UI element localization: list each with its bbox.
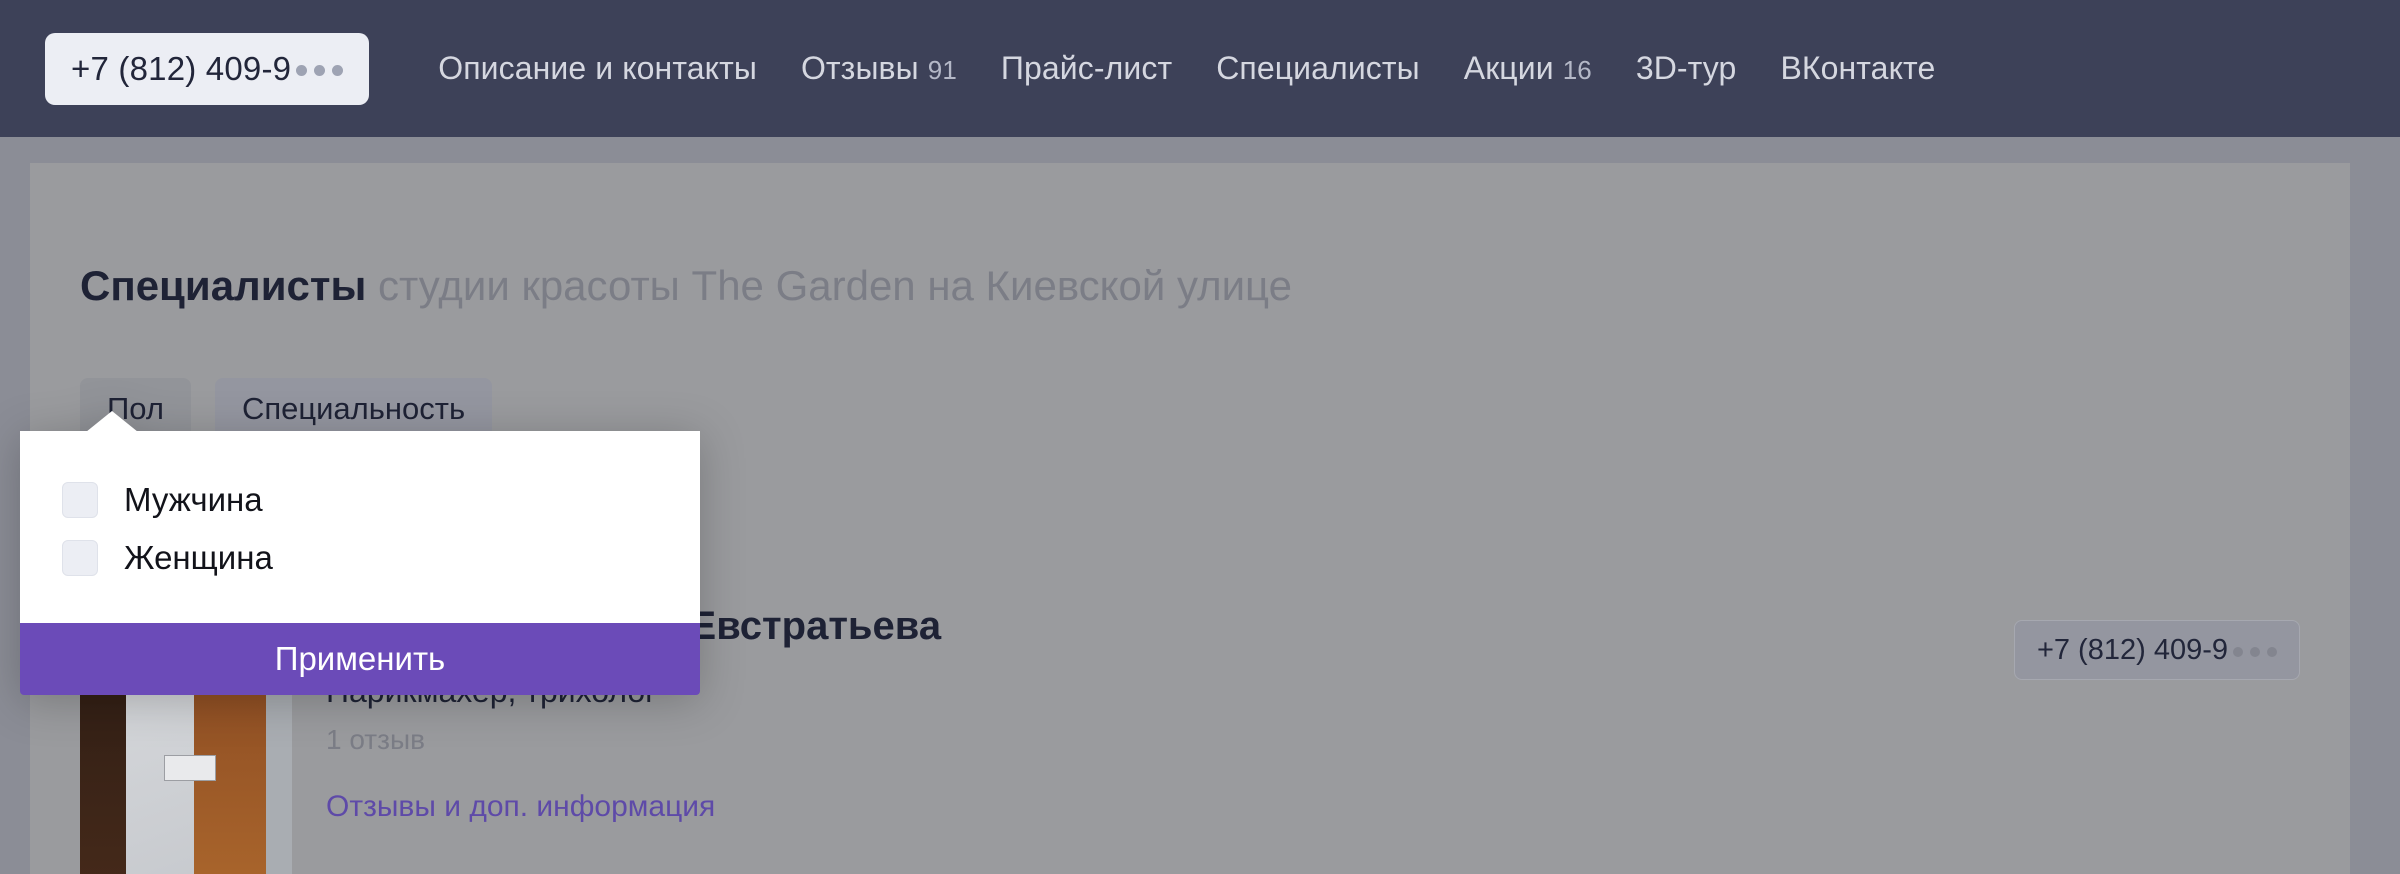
nav-item-count: 16	[1562, 55, 1592, 85]
nav-item-vkontakte[interactable]: ВКонтакте	[1758, 50, 1957, 87]
gender-option-female[interactable]: Женщина	[20, 529, 700, 587]
page-title-muted: студии красоты The Garden на Киевской ул…	[378, 262, 1293, 309]
specialist-reviews-count: 1 отзыв	[326, 724, 425, 755]
gender-option-label: Мужчина	[124, 481, 263, 518]
nav-item-label: Отзывы	[800, 50, 919, 86]
nav-item-label: ВКонтакте	[1780, 50, 1936, 86]
site-header: +7 (812) 409-9 Описание и контакты Отзыв…	[0, 0, 2400, 137]
specialist-phone-number: +7 (812) 409-9	[2036, 633, 2228, 666]
checkbox-icon[interactable]	[62, 482, 98, 518]
page-title: Специалисты студии красоты The Garden на…	[80, 262, 1293, 309]
filter-chip-label: Специальность	[241, 391, 466, 426]
nav-item-reviews[interactable]: Отзывы 91	[779, 50, 979, 87]
dropdown-arrow-icon	[86, 411, 138, 432]
gender-filter-dropdown: Мужчина Женщина Применить	[20, 411, 700, 695]
main-nav: Описание и контакты Отзывы 91 Прайс-лист …	[416, 50, 1957, 87]
apply-filter-button[interactable]: Применить	[20, 623, 700, 695]
page-title-strong: Специалисты	[80, 262, 367, 309]
nav-item-label: Прайс-лист	[1000, 50, 1173, 86]
nav-item-specialists[interactable]: Специалисты	[1194, 50, 1442, 87]
page-body: Специалисты студии красоты The Garden на…	[0, 137, 2400, 874]
gender-option-label: Женщина	[124, 539, 273, 576]
dropdown-panel: Мужчина Женщина	[20, 431, 700, 623]
nav-item-promos[interactable]: Акции 16	[1442, 50, 1614, 87]
specialist-phone-masked-dots	[2233, 647, 2277, 657]
specialist-phone-button[interactable]: +7 (812) 409-9	[2013, 620, 2300, 680]
nav-item-description[interactable]: Описание и контакты	[416, 50, 779, 87]
nav-item-label: 3D-тур	[1635, 50, 1737, 86]
gender-option-male[interactable]: Мужчина	[20, 471, 700, 529]
header-phone-number: +7 (812) 409-9	[71, 49, 292, 87]
nav-item-label: Описание и контакты	[438, 50, 757, 86]
checkbox-icon[interactable]	[62, 540, 98, 576]
nav-item-label: Акции	[1463, 50, 1554, 86]
header-phone-masked-dots	[296, 65, 344, 76]
nav-item-3d-tour[interactable]: 3D-тур	[1614, 50, 1759, 87]
nav-item-pricelist[interactable]: Прайс-лист	[979, 50, 1194, 87]
specialist-more-link[interactable]: Отзывы и доп. информация	[326, 790, 2000, 824]
header-phone-button[interactable]: +7 (812) 409-9	[45, 32, 370, 105]
avatar-name-badge-shape	[164, 755, 216, 781]
nav-item-label: Специалисты	[1216, 50, 1420, 86]
nav-item-count: 91	[927, 55, 957, 85]
